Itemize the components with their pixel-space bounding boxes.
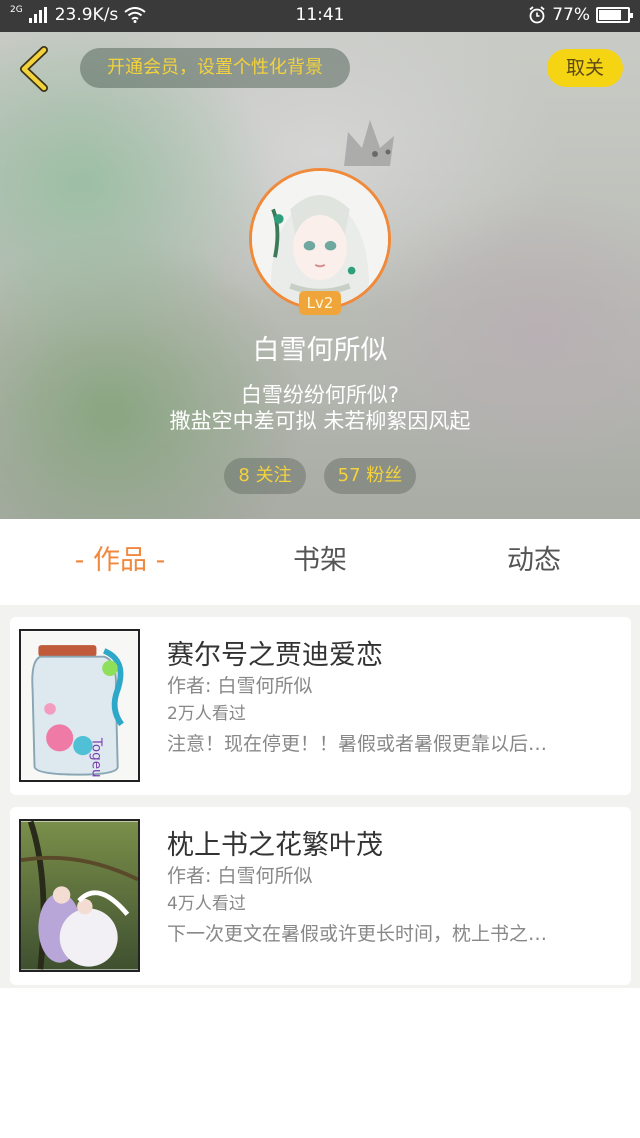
- following-count-button[interactable]: 8 关注: [224, 458, 306, 494]
- tab-bookshelf[interactable]: 书架: [250, 543, 390, 579]
- book-author: 作者: 白雪何所似: [167, 675, 313, 697]
- bio-line-2: 撒盐空中差可拟 未若柳絮因风起: [169, 409, 471, 433]
- tab-works[interactable]: - 作品 -: [50, 543, 190, 579]
- bio-line-1: 白雪纷纷何所似?: [240, 383, 400, 407]
- works-list: Togeu 赛尔号之贾迪爱恋 作者: 白雪何所似 2万人看过 注意！现在停更！！…: [0, 605, 640, 988]
- status-bar: 2G 23.9K/s 11:41 77%: [0, 0, 640, 32]
- list-item[interactable]: Togeu 赛尔号之贾迪爱恋 作者: 白雪何所似 2万人看过 注意！现在停更！！…: [10, 617, 631, 795]
- avatar-image: [252, 171, 388, 307]
- unfollow-button[interactable]: 取关: [547, 49, 623, 87]
- profile-header: 开通会员，设置个性化背景 取关 Lv2 白雪何所似 白雪纷纷何所似? 撒盐空中差…: [0, 32, 640, 519]
- bio: 白雪纷纷何所似? 撒盐空中差可拟 未若柳絮因风起: [0, 382, 640, 434]
- back-button[interactable]: [14, 46, 54, 92]
- alarm-icon: [529, 6, 545, 24]
- book-cover: [19, 819, 140, 972]
- battery-percent: 77%: [552, 5, 590, 25]
- list-item[interactable]: 枕上书之花繁叶茂 作者: 白雪何所似 4万人看过 下一次更文在暑假或许更长时间，…: [10, 807, 631, 985]
- book-title: 枕上书之花繁叶茂: [167, 830, 383, 861]
- username: 白雪何所似: [252, 335, 388, 366]
- book-views: 4万人看过: [167, 894, 246, 914]
- book-cover-image: [21, 821, 138, 970]
- vip-banner[interactable]: 开通会员，设置个性化背景: [80, 48, 350, 88]
- book-cover: Togeu: [19, 629, 140, 782]
- book-cover-image: Togeu: [21, 631, 138, 780]
- tab-bar: - 作品 - 书架 动态: [0, 519, 640, 605]
- book-author: 作者: 白雪何所似: [167, 865, 313, 887]
- tab-activity[interactable]: 动态: [464, 543, 604, 579]
- battery-icon: [596, 7, 633, 23]
- book-description: 下一次更文在暑假或许更长时间，枕上书之…: [167, 923, 548, 945]
- book-views: 2万人看过: [167, 704, 246, 724]
- book-title: 赛尔号之贾迪爱恋: [167, 640, 383, 671]
- fans-count-button[interactable]: 57 粉丝: [324, 458, 416, 494]
- chevron-left-icon: [20, 46, 48, 92]
- book-description: 注意！现在停更！！暑假或者暑假更靠以后…: [167, 733, 548, 755]
- svg-text:Togeu: Togeu: [89, 737, 105, 778]
- status-right: 77%: [528, 5, 633, 25]
- level-badge: Lv2: [299, 291, 341, 315]
- avatar[interactable]: [249, 168, 391, 310]
- crown-icon: [344, 120, 394, 166]
- battery-fill: [599, 10, 621, 20]
- empty-area: [0, 988, 640, 1138]
